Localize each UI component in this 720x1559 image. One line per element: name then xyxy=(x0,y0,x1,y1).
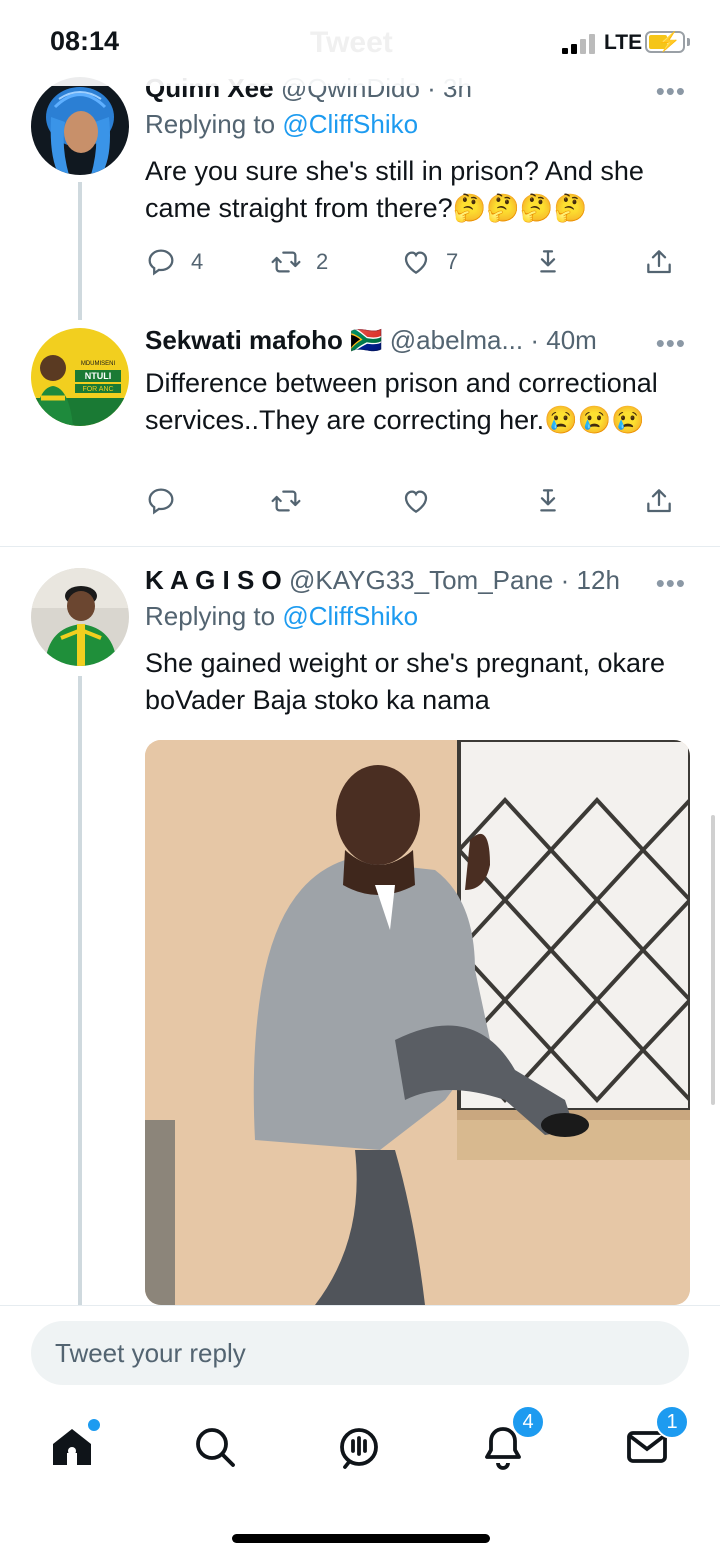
handle[interactable]: @KAYG33_Tom_Pane xyxy=(289,565,553,595)
avatar[interactable] xyxy=(31,77,129,175)
tweet-header: K A G I S O @KAYG33_Tom_Pane · 12h xyxy=(145,563,690,597)
home-dot xyxy=(86,1417,102,1433)
replying-to: Replying to @CliffShiko xyxy=(145,107,690,141)
reply-button[interactable]: 4 xyxy=(145,246,203,278)
tab-notifications[interactable]: 4 xyxy=(479,1405,545,1471)
avatar-text-1: MDUMISENI xyxy=(81,361,116,367)
download-icon xyxy=(540,250,556,273)
avatar[interactable] xyxy=(31,568,129,666)
retweet-count: 2 xyxy=(316,249,329,274)
more-options-button[interactable]: ••• xyxy=(656,568,686,599)
scroll-indicator xyxy=(711,815,715,1105)
reply-icon xyxy=(148,488,174,515)
mention-link[interactable]: @CliffShiko xyxy=(282,109,418,139)
thread-line xyxy=(78,676,82,1305)
reply-icon xyxy=(148,249,174,276)
heart-icon xyxy=(404,251,428,274)
bookmark-button[interactable] xyxy=(532,485,564,517)
signal-icon xyxy=(562,34,596,54)
thread-line xyxy=(78,182,82,320)
battery-icon: ⚡ xyxy=(645,31,685,53)
tab-search[interactable] xyxy=(191,1423,239,1471)
status-time: 08:14 xyxy=(50,26,120,56)
tweet-actions: 4 2 7 xyxy=(145,246,685,286)
reply-bar: Tweet your reply xyxy=(0,1305,720,1396)
reply-count: 4 xyxy=(191,249,204,274)
retweet-button[interactable] xyxy=(270,485,302,517)
share-button[interactable] xyxy=(643,485,675,517)
flag-icon: 🇿🇦 xyxy=(350,325,383,355)
like-button[interactable]: 7 xyxy=(400,246,458,278)
display-name[interactable]: K A G I S O xyxy=(145,565,282,595)
heart-icon xyxy=(404,490,428,513)
search-icon xyxy=(196,1428,235,1467)
home-indicator[interactable] xyxy=(232,1534,490,1543)
reply-input[interactable]: Tweet your reply xyxy=(31,1321,689,1385)
more-options-button[interactable]: ••• xyxy=(656,328,686,359)
tweet-photo[interactable] xyxy=(145,740,690,1305)
avatar-text-2: NTULI xyxy=(85,371,112,381)
notifications-badge: 4 xyxy=(511,1405,545,1439)
replying-to: Replying to @CliffShiko xyxy=(145,599,690,633)
avatar[interactable]: MDUMISENI NTULI FOR ANC xyxy=(31,328,129,426)
download-icon xyxy=(540,489,556,512)
retweet-icon xyxy=(271,251,301,273)
header-title: Tweet xyxy=(310,26,393,59)
display-name[interactable]: Sekwati mafoho xyxy=(145,325,343,355)
retweet-button[interactable]: 2 xyxy=(270,246,328,278)
tweet-header: Sekwati mafoho 🇿🇦 @abelma... · 40m xyxy=(145,323,690,357)
tweet-text: Are you sure she's still in prison? And … xyxy=(145,156,644,223)
status-bar: 08:14 Tweet LTE ⚡ xyxy=(0,0,720,86)
tab-messages[interactable]: 1 xyxy=(623,1405,689,1471)
tweet-text: She gained weight or she's pregnant, oka… xyxy=(145,648,666,715)
share-button[interactable] xyxy=(643,246,675,278)
replying-to-label: Replying to xyxy=(145,601,276,631)
spaces-icon xyxy=(340,1428,378,1469)
avatar-text-3: FOR ANC xyxy=(82,386,113,393)
share-icon xyxy=(647,489,671,513)
timestamp: · 12h xyxy=(560,565,620,595)
network-label: LTE xyxy=(604,31,643,54)
messages-badge: 1 xyxy=(655,1405,689,1439)
mention-link[interactable]: @CliffShiko xyxy=(282,601,418,631)
like-button[interactable] xyxy=(400,485,432,517)
timestamp: · 40m xyxy=(530,325,597,355)
divider xyxy=(0,546,720,547)
tweet-actions xyxy=(145,485,685,525)
handle[interactable]: @abelma... xyxy=(390,325,523,355)
reply-button[interactable] xyxy=(145,485,177,517)
like-count: 7 xyxy=(446,249,459,274)
tweet-text: Difference between prison and correction… xyxy=(145,368,658,435)
bookmark-button[interactable] xyxy=(532,246,564,278)
tab-bar: 4 1 xyxy=(0,1395,720,1505)
retweet-icon xyxy=(271,490,301,512)
tab-home[interactable] xyxy=(48,1417,102,1471)
share-icon xyxy=(647,250,671,274)
tab-spaces[interactable] xyxy=(335,1423,383,1471)
replying-to-label: Replying to xyxy=(145,109,276,139)
